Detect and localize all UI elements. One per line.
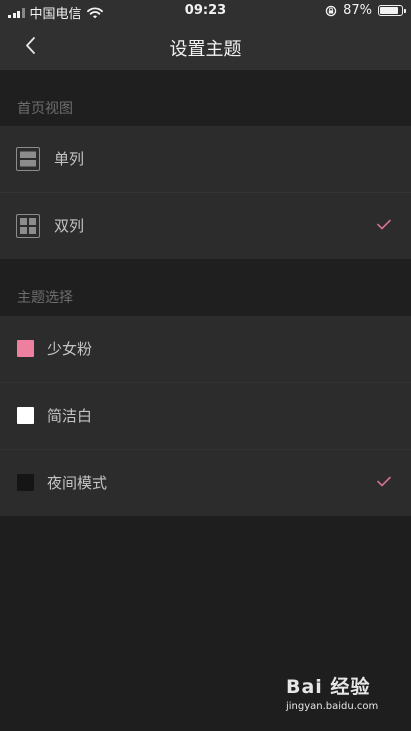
section-header-home-view: 首页视图 <box>0 70 411 126</box>
checkmark-icon <box>377 476 391 487</box>
option-label: 双列 <box>54 217 85 235</box>
home-view-options: 单列 双列 <box>0 126 411 259</box>
watermark-url: jingyan.baidu.com <box>286 701 379 712</box>
option-theme-pink[interactable]: 少女粉 <box>0 316 411 382</box>
watermark-logo: Bai 经验 <box>286 676 371 698</box>
section-title-home-view: 首页视图 <box>17 101 73 117</box>
status-bar: 中国电信 09:23 87% <box>0 0 411 22</box>
battery-cap <box>404 9 406 13</box>
page-title: 设置主题 <box>169 39 242 60</box>
option-single-column[interactable]: 单列 <box>0 126 411 192</box>
section-title-theme: 主题选择 <box>17 290 73 306</box>
battery-percent: 87% <box>343 3 372 18</box>
single-column-icon <box>16 147 40 171</box>
battery-icon <box>378 5 406 16</box>
watermark: Bai 经验 jingyan.baidu.com <box>286 672 378 712</box>
black-swatch <box>17 474 34 491</box>
nav-bar: 设置主题 <box>0 22 411 70</box>
option-theme-night[interactable]: 夜间模式 <box>0 449 411 516</box>
option-label: 少女粉 <box>47 340 93 358</box>
double-column-icon <box>16 214 40 238</box>
status-right: 87% <box>325 3 406 18</box>
pink-swatch <box>17 340 34 357</box>
option-double-column[interactable]: 双列 <box>0 192 411 259</box>
option-label: 单列 <box>54 150 85 168</box>
theme-options: 少女粉 简洁白 夜间模式 <box>0 316 411 516</box>
option-theme-white[interactable]: 简洁白 <box>0 382 411 449</box>
checkmark-icon <box>377 219 391 230</box>
option-label: 简洁白 <box>47 407 93 425</box>
white-swatch <box>17 407 34 424</box>
section-header-theme: 主题选择 <box>0 259 411 316</box>
orientation-lock-icon <box>325 5 337 16</box>
option-label: 夜间模式 <box>47 474 108 492</box>
battery-fill <box>380 7 398 14</box>
